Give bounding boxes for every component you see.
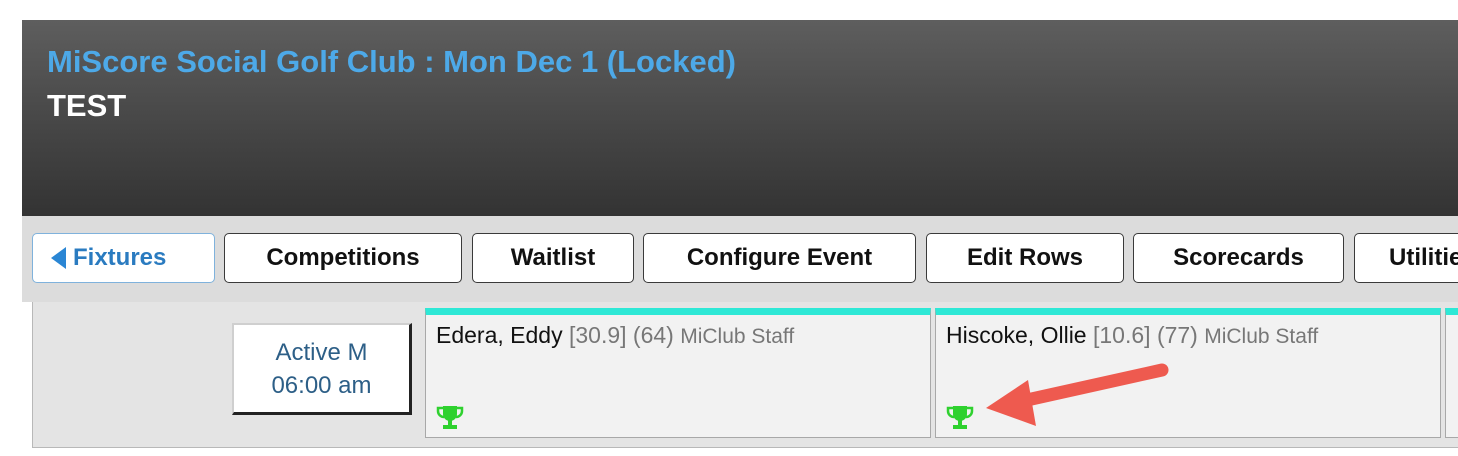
player-slot[interactable]: Edera, Eddy [30.9] (64) MiClub Staff [425,308,931,438]
fixtures-back-button[interactable]: Fixtures [32,233,215,283]
tee-sheet-row: Active M 06:00 am Edera, Eddy [30.9] (64… [32,302,1458,448]
toolbar: Fixtures Competitions Waitlist Configure… [22,216,1458,302]
player-group: MiClub Staff [680,325,795,348]
back-arrow-icon [51,247,66,269]
tee-time: 06:00 am [271,371,372,399]
scorecards-button[interactable]: Scorecards [1133,233,1344,283]
player-name: Hiscoke, Ollie [946,322,1087,348]
event-subtitle: TEST [47,88,127,123]
player-info: Hiscoke, Ollie [10.6] (77) MiClub Staff [946,322,1318,349]
player-number: (64) [632,322,674,348]
configure-event-button[interactable]: Configure Event [643,233,916,283]
player-info: Edera, Eddy [30.9] (64) MiClub Staff [436,322,794,349]
player-name: Edera, Eddy [436,322,563,348]
utilities-button[interactable]: Utilitie [1354,233,1458,283]
player-handicap: [10.6] [1093,322,1151,348]
trophy-icon[interactable] [436,403,464,431]
competitions-button[interactable]: Competitions [224,233,462,283]
waitlist-button[interactable]: Waitlist [472,233,634,283]
player-slot[interactable]: Hiscoke, Ollie [10.6] (77) MiClub Staff [935,308,1441,438]
tee-time-cell[interactable]: Active M 06:00 am [232,323,412,415]
trophy-icon[interactable] [946,403,974,431]
event-header: MiScore Social Golf Club : Mon Dec 1 (Lo… [22,20,1458,216]
player-slot-partial[interactable] [1445,308,1458,438]
fixtures-label: Fixtures [73,244,167,271]
edit-rows-button[interactable]: Edit Rows [926,233,1124,283]
player-group: MiClub Staff [1204,325,1319,348]
tee-status: Active M [275,338,368,366]
page-title: MiScore Social Golf Club : Mon Dec 1 (Lo… [47,44,736,79]
player-number: (77) [1156,322,1198,348]
player-handicap: [30.9] [568,322,627,348]
